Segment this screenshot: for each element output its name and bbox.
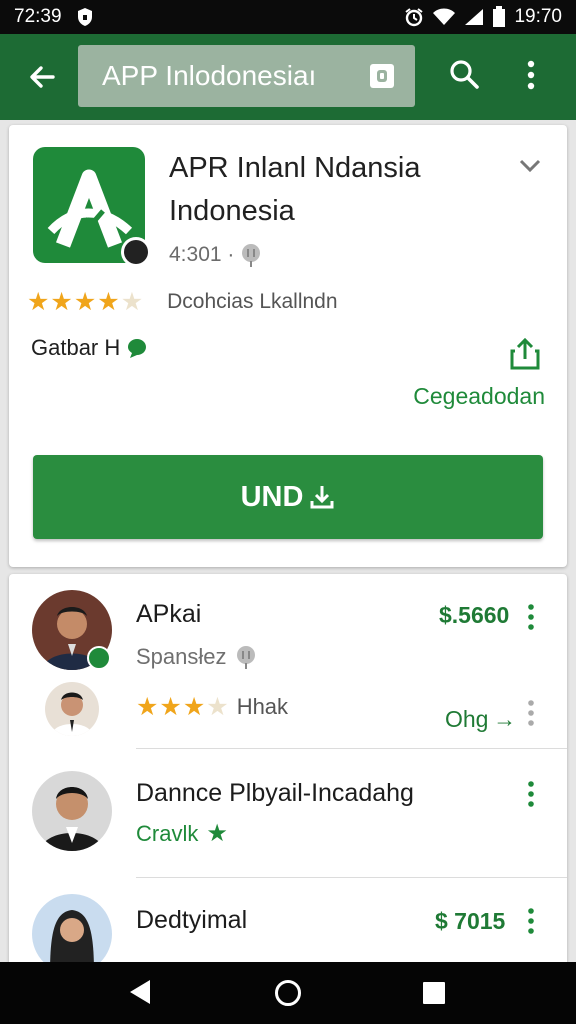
more-vertical-icon [528, 604, 534, 630]
star-icon: ★ [73, 288, 97, 316]
square-recents-icon [423, 982, 445, 1004]
star-icon: ★ [27, 288, 50, 316]
rating-row: ★ ★ ★ ★ ★ Dcohcias Lkallndn [27, 287, 338, 317]
list-item-price: Ohg → [445, 706, 517, 732]
list-item-subtitle-text: Cravlk [136, 820, 199, 846]
avatar [45, 682, 99, 736]
list-item-title: Dedtyimal [136, 906, 248, 934]
list-item-price: $ 7015 [435, 908, 506, 934]
star-icon: ★ [182, 693, 206, 721]
nav-back-button[interactable] [128, 978, 152, 1011]
verified-badge-icon [87, 646, 111, 670]
list-item-more-button[interactable] [527, 781, 535, 812]
circle-home-icon [275, 980, 301, 1006]
more-vertical-icon [528, 908, 534, 934]
list-item-title: Dannce Plbyail-Incadahg [136, 779, 414, 807]
list-item-more-button[interactable] [527, 908, 535, 939]
developer-badge-icon [121, 237, 151, 267]
search-input[interactable]: APP Inlodonesiaı [78, 45, 415, 107]
navigation-bar [0, 962, 576, 1024]
app-meta: 4:301 · [169, 242, 262, 268]
more-options-button[interactable] [526, 60, 536, 95]
status-time-left: 72:39 [14, 6, 62, 27]
back-button[interactable] [10, 34, 74, 120]
list-item-subtitle-text: Spansłez [136, 644, 227, 669]
share-label[interactable]: Cegeadodan [413, 383, 545, 410]
more-vertical-icon [528, 781, 534, 807]
app-title-line2: Indonesia [169, 195, 295, 227]
star-icon: ★ [159, 693, 182, 721]
wifi-icon [432, 8, 456, 26]
install-label: UND [240, 480, 304, 513]
content-rating-icon [236, 646, 255, 669]
shield-icon [76, 7, 94, 27]
list-item-title: APkai [136, 600, 202, 628]
list-item-rating: ★ ★ ★ ★ Hhak [136, 692, 288, 722]
chevron-down-icon [519, 159, 541, 173]
star-empty-icon: ★ [206, 693, 229, 721]
status-time-right: 19:70 [514, 6, 562, 27]
list-item-subtitle: Cravlk ★ [136, 819, 228, 848]
category-label: Gatbar H [31, 335, 121, 360]
install-button[interactable]: UND [33, 455, 543, 539]
list-item[interactable]: Dannce Plbyail-Incadahg Cravlk ★ [9, 749, 567, 877]
search-text: APP Inlodonesiaı [102, 60, 317, 91]
star-rating: ★ ★ ★ ★ ★ [27, 287, 143, 317]
list-item-subtitle-text: Hhak [236, 694, 289, 719]
rating-label: Dcohcias Lkallndn [167, 290, 338, 313]
list-item-subtitle: Spansłez [136, 644, 257, 670]
download-icon [310, 486, 334, 509]
share-button[interactable] [509, 337, 541, 376]
more-vertical-icon [528, 700, 534, 726]
app-logo-icon [33, 147, 151, 267]
nav-home-button[interactable] [274, 979, 302, 1012]
star-icon: ★ [50, 288, 73, 316]
related-apps-list: APkai Spansłez $.5660 ★ ★ ★ ★ Hhak Ohg → [9, 574, 567, 994]
share-icon [510, 337, 540, 370]
app-detail-card: APR Inlanl Ndansia Indonesia 4:301 · ★ ★… [9, 125, 567, 567]
star-rating: ★ ★ ★ ★ [136, 692, 229, 722]
search-button[interactable] [448, 58, 480, 95]
battery-icon [492, 6, 506, 28]
list-item-more-button[interactable] [527, 700, 535, 731]
star-icon: ★ [206, 820, 228, 847]
app-title: APR Inlanl Ndansia Indonesia [169, 147, 499, 233]
more-vertical-icon [527, 60, 535, 90]
expand-button[interactable] [519, 159, 541, 178]
chat-bubble-icon [128, 339, 147, 358]
app-title-line1: APR Inlanl Ndansia [169, 152, 421, 184]
triangle-back-icon [130, 980, 150, 1004]
alarm-icon [404, 7, 424, 27]
signal-icon [464, 8, 484, 26]
star-icon: ★ [136, 693, 159, 721]
list-item[interactable]: ★ ★ ★ ★ Hhak Ohg → [9, 674, 567, 748]
square-badge-icon[interactable] [369, 63, 395, 89]
list-item-price: $.5660 [439, 602, 510, 628]
content-rating-icon [242, 244, 261, 267]
avatar [32, 771, 112, 851]
nav-recents-button[interactable] [422, 981, 446, 1010]
list-item[interactable]: Dedtyimal $ 7015 [9, 878, 567, 974]
category-link[interactable]: Gatbar H [31, 335, 148, 361]
star-empty-icon: ★ [120, 288, 144, 316]
list-item[interactable]: APkai Spansłez $.5660 [9, 574, 567, 674]
status-bar: 72:39 19:70 [0, 0, 576, 34]
app-meta-text: 4:301 · [169, 243, 235, 266]
app-bar: APP Inlodonesiaı [0, 34, 576, 120]
star-icon: ★ [97, 288, 120, 316]
search-icon [450, 60, 479, 89]
arrow-left-icon [30, 66, 55, 88]
list-item-more-button[interactable] [527, 604, 535, 635]
